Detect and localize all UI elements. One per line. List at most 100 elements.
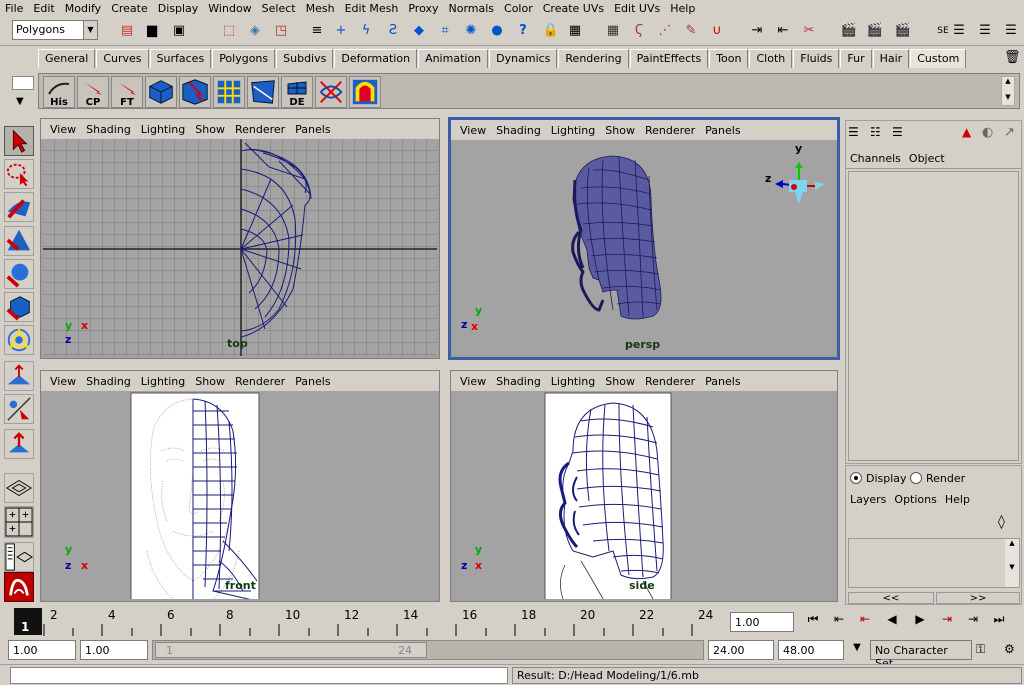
lighting-menu[interactable]: Lighting: [546, 124, 600, 137]
shading-menu[interactable]: Shading: [81, 375, 136, 388]
shelf-tab-deformation[interactable]: Deformation: [334, 49, 418, 68]
shelf-tab-general[interactable]: General: [38, 49, 96, 68]
select-misc-icon[interactable]: ?: [514, 22, 532, 40]
viewport-canvas[interactable]: y z x front: [43, 391, 437, 599]
channel-layer-icon[interactable]: ☷: [870, 125, 886, 141]
layers-menu[interactable]: Layers: [846, 493, 890, 506]
lighting-menu[interactable]: Lighting: [546, 375, 600, 388]
trash-icon[interactable]: 🗑: [1004, 50, 1021, 66]
start-time-field[interactable]: 1.00: [8, 640, 76, 660]
outliner-persp-layout[interactable]: [4, 542, 34, 572]
layer-scrollbar[interactable]: ▲ ▼: [1005, 539, 1019, 587]
show-menu[interactable]: Show: [600, 375, 640, 388]
highlight-selection-icon[interactable]: ▦: [566, 22, 584, 40]
shelf-tab-curves[interactable]: Curves: [96, 49, 149, 68]
shelf-tab-toon[interactable]: Toon: [709, 49, 749, 68]
renderer-menu[interactable]: Renderer: [230, 375, 290, 388]
menu-file[interactable]: File: [0, 2, 28, 15]
construction-history-icon[interactable]: ✂: [800, 22, 818, 40]
shelf-tab-dynamics[interactable]: Dynamics: [489, 49, 558, 68]
viewport-canvas[interactable]: y x z top: [43, 139, 437, 356]
shelf-button-merge-vertices[interactable]: [315, 76, 347, 108]
select-curves-icon[interactable]: Ƨ: [384, 22, 402, 40]
auto-key-icon[interactable]: ⚿: [976, 642, 998, 658]
open-scene-icon[interactable]: ▆: [143, 22, 161, 40]
shelf-tab-cloth[interactable]: Cloth: [749, 49, 793, 68]
paint-select-tool[interactable]: [4, 192, 34, 222]
range-slider[interactable]: 1 24: [152, 640, 704, 660]
menu-set-select[interactable]: Polygons ▼: [12, 20, 98, 40]
viewport-top[interactable]: View Shading Lighting Show Renderer Pane…: [40, 118, 440, 359]
shelf-tab-custom[interactable]: Custom: [910, 49, 967, 68]
lock-selection-icon[interactable]: 🔒: [542, 22, 560, 40]
shelf-tab-subdivs[interactable]: Subdivs: [276, 49, 334, 68]
play-forwards-icon[interactable]: ▶: [906, 612, 934, 632]
snap-point-icon[interactable]: ⋰: [656, 22, 674, 40]
time-slider[interactable]: 1 2 4 6 8 10 12 14 16 18 20 22 24: [8, 606, 723, 636]
attribute-editor-icon[interactable]: ◐: [982, 125, 998, 141]
renderer-menu[interactable]: Renderer: [230, 123, 290, 136]
select-handles-icon[interactable]: +: [332, 22, 350, 40]
select-surfaces-icon[interactable]: ◆: [410, 22, 428, 40]
shelf-menu-arrow-icon[interactable]: ▼: [16, 96, 24, 107]
move-panel-icon[interactable]: ↗: [1004, 125, 1020, 141]
menu-create[interactable]: Create: [106, 2, 153, 15]
step-back-key-icon[interactable]: ⇤: [852, 612, 878, 632]
layer-editor-icon[interactable]: ☰: [892, 125, 908, 141]
viewport-persp[interactable]: View Shading Lighting Show Renderer Pane…: [448, 117, 840, 360]
select-deformations-icon[interactable]: ⌗: [436, 22, 454, 40]
show-attribute-editor-icon[interactable]: ☰: [950, 22, 968, 40]
shelf-button-center-pivot[interactable]: CP: [77, 76, 109, 108]
viewport-canvas[interactable]: y z x side: [453, 391, 835, 599]
select-hierarchy-icon[interactable]: ⬚: [220, 22, 238, 40]
playback-start-field[interactable]: 1.00: [80, 640, 148, 660]
layer-scroll-next-button[interactable]: >>: [936, 592, 1020, 604]
channels-menu[interactable]: Channels: [846, 152, 905, 165]
menu-edit-uvs[interactable]: Edit UVs: [609, 2, 665, 15]
shelf-tab-hair[interactable]: Hair: [872, 49, 910, 68]
shelf-button-freeze-transform[interactable]: FT: [111, 76, 143, 108]
step-forward-frame-icon[interactable]: ⇥: [960, 612, 986, 632]
output-connections-icon[interactable]: ⇤: [774, 22, 792, 40]
lighting-menu[interactable]: Lighting: [136, 375, 190, 388]
menu-edit[interactable]: Edit: [28, 2, 59, 15]
animation-preferences-icon[interactable]: ⚙: [1004, 642, 1022, 658]
shelf-scrollbar[interactable]: ▲ ▼: [1001, 76, 1015, 106]
playback-end-field[interactable]: 24.00: [708, 640, 774, 660]
rotate-tool[interactable]: [4, 259, 34, 289]
shelf-tab-rendering[interactable]: Rendering: [558, 49, 629, 68]
shelf-button-delete-edge[interactable]: DE: [281, 76, 313, 108]
snap-view-plane-icon[interactable]: ✎: [682, 22, 700, 40]
shelf-tab-fur[interactable]: Fur: [840, 49, 872, 68]
last-tool-used[interactable]: [4, 429, 34, 459]
show-menu[interactable]: Show: [190, 375, 230, 388]
view-menu[interactable]: View: [455, 124, 491, 137]
go-to-start-icon[interactable]: ⏮: [800, 612, 826, 632]
display-radio[interactable]: [850, 472, 862, 484]
menu-window[interactable]: Window: [203, 2, 256, 15]
new-scene-icon[interactable]: ▤: [118, 22, 136, 40]
shelf-tab-polygons[interactable]: Polygons: [212, 49, 276, 68]
go-to-end-icon[interactable]: ⏭: [986, 612, 1012, 632]
universal-manipulator-tool[interactable]: [4, 325, 34, 355]
render-globals-icon[interactable]: 🎬: [894, 22, 912, 40]
show-menu[interactable]: Show: [190, 123, 230, 136]
lighting-menu[interactable]: Lighting: [136, 123, 190, 136]
character-set-field[interactable]: No Character Set: [870, 640, 972, 670]
chevron-down-icon[interactable]: ▼: [848, 642, 866, 658]
shelf-button-history[interactable]: His: [43, 76, 75, 108]
scale-tool[interactable]: [4, 292, 34, 322]
renderer-menu[interactable]: Renderer: [640, 124, 700, 137]
render-radio[interactable]: [910, 472, 922, 484]
show-menu[interactable]: Show: [600, 124, 640, 137]
move-tool[interactable]: [4, 226, 34, 256]
view-menu[interactable]: View: [45, 375, 81, 388]
select-tool[interactable]: [4, 126, 34, 156]
shading-menu[interactable]: Shading: [491, 124, 546, 137]
menu-create-uvs[interactable]: Create UVs: [538, 2, 609, 15]
shelf-tab-animation[interactable]: Animation: [418, 49, 489, 68]
mel-input[interactable]: [10, 667, 508, 684]
render-frame-icon[interactable]: 🎬: [840, 22, 858, 40]
menu-select[interactable]: Select: [257, 2, 301, 15]
select-rendering-icon[interactable]: ●: [488, 22, 506, 40]
